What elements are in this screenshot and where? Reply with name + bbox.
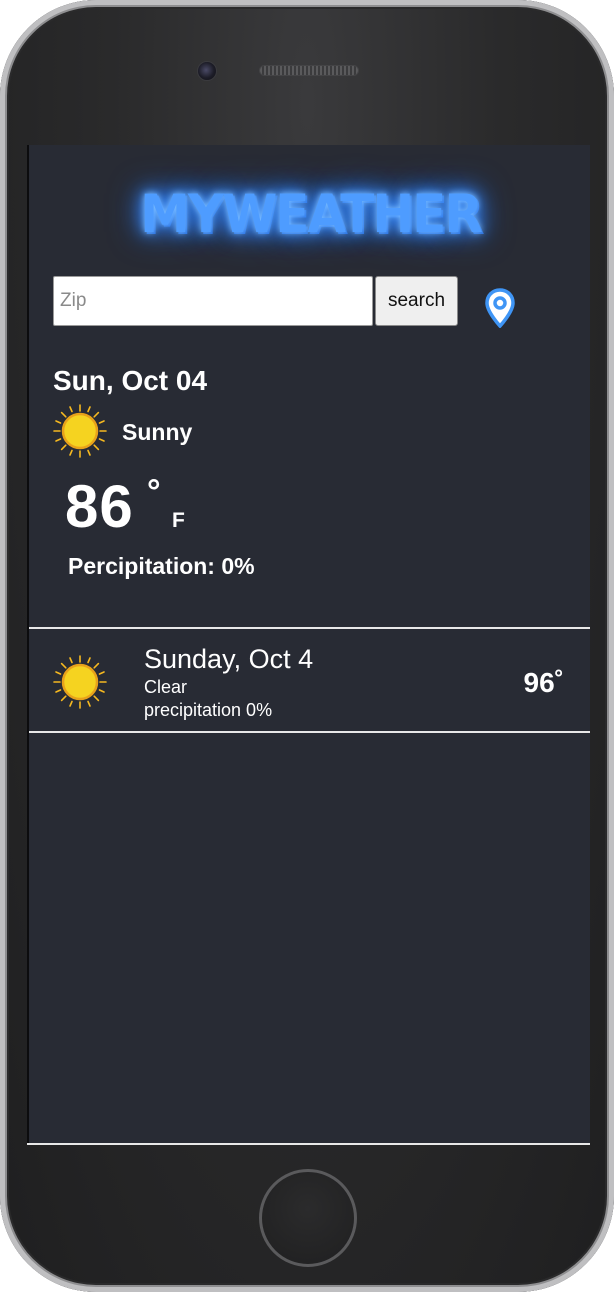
zip-input[interactable]	[53, 276, 373, 326]
search-button[interactable]: search	[375, 276, 458, 326]
sun-icon	[53, 655, 107, 709]
temperature-unit: F	[172, 509, 185, 532]
current-condition: Sunny	[122, 419, 193, 445]
app-screen: MYWEATHER search Sun, Oct 04	[27, 145, 590, 1145]
sun-icon	[53, 404, 107, 458]
current-precipitation: Percipitation: 0%	[68, 553, 255, 579]
home-button[interactable]	[259, 1169, 357, 1267]
degree-symbol: °	[147, 473, 161, 511]
forecast-day: Sunday, Oct 4	[144, 644, 314, 674]
forecast-list: Sunday, Oct 4 Clear precipitation 0% 96˚	[29, 627, 590, 733]
phone-frame: MYWEATHER search Sun, Oct 04	[0, 0, 614, 1292]
screen-bottom-divider	[27, 1143, 590, 1145]
front-camera	[197, 61, 217, 81]
forecast-row: Sunday, Oct 4 Clear precipitation 0% 96˚	[29, 627, 590, 733]
forecast-precipitation: precipitation 0%	[144, 700, 273, 720]
current-date: Sun, Oct 04	[53, 365, 208, 396]
current-temperature: 86	[65, 473, 134, 540]
forecast-condition: Clear	[144, 677, 188, 697]
location-pin-icon[interactable]	[485, 288, 515, 329]
app-logo: MYWEATHER	[140, 183, 483, 245]
forecast-temperature: 96˚	[523, 667, 564, 698]
earpiece-speaker	[259, 65, 359, 76]
